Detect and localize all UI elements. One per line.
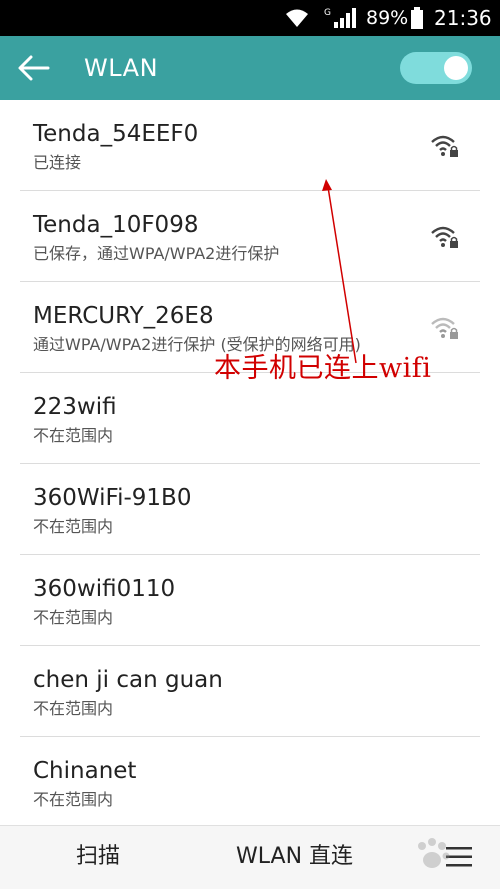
network-item-360wifi-91b0[interactable]: 360WiFi-91B0 不在范围内 <box>20 464 480 555</box>
wifi-lock-strong-icon <box>431 226 458 248</box>
network-item-tenda-54eef0[interactable]: Tenda_54EEF0 已连接 <box>20 100 480 191</box>
annotation-arrow <box>322 179 357 364</box>
wlan-direct-button[interactable]: WLAN 直连 <box>236 842 353 872</box>
network-item-tenda-10f098[interactable]: Tenda_10F098 已保存，通过WPA/WPA2进行保护 <box>20 191 480 282</box>
network-name: 360WiFi-91B0 <box>33 485 192 511</box>
annotation-text: 本手机已连上wifi <box>214 353 432 384</box>
network-status: 已连接 <box>33 153 82 172</box>
network-item-chen-ji-can-guan[interactable]: chen ji can guan 不在范围内 <box>20 646 480 737</box>
clock-time: 21:36 <box>434 6 492 30</box>
network-status: 不在范围内 <box>33 790 114 809</box>
network-item-chinanet[interactable]: Chinanet 不在范围内 <box>20 737 480 827</box>
scan-button[interactable]: 扫描 <box>76 842 120 872</box>
back-arrow-icon[interactable] <box>16 54 50 82</box>
network-item-223wifi[interactable]: 223wifi 不在范围内 <box>20 373 480 464</box>
network-name: 223wifi <box>33 394 117 420</box>
wifi-lock-weak-icon <box>431 317 458 339</box>
wlan-toggle[interactable] <box>400 52 472 84</box>
network-name: Tenda_10F098 <box>33 212 199 238</box>
cell-signal-icon: G <box>324 8 356 28</box>
network-name: Chinanet <box>33 758 137 784</box>
network-name: Tenda_54EEF0 <box>33 121 199 147</box>
network-item-360wifi0110[interactable]: 360wifi0110 不在范围内 <box>20 555 480 646</box>
network-name: 360wifi0110 <box>33 576 176 602</box>
app-bar: WLAN <box>0 36 500 100</box>
wifi-lock-strong-icon <box>431 135 458 157</box>
wlan-settings-screen: G 89% 21:36 WLAN Tenda_54EEF0 已连接 Tenda_… <box>0 0 500 889</box>
network-status: 不在范围内 <box>33 608 114 627</box>
wifi-status-icon <box>286 9 308 27</box>
network-list: Tenda_54EEF0 已连接 Tenda_10F098 已保存，通过WPA/… <box>0 100 500 827</box>
network-status: 不在范围内 <box>33 699 114 718</box>
network-name: MERCURY_26E8 <box>33 303 214 329</box>
status-bar: G 89% 21:36 <box>0 0 500 36</box>
page-title: WLAN <box>84 54 159 82</box>
network-status: 不在范围内 <box>33 517 114 536</box>
battery-percent: 89% <box>366 7 409 29</box>
network-status: 不在范围内 <box>33 426 114 445</box>
toggle-knob <box>444 56 468 80</box>
network-type-label: G <box>324 8 331 18</box>
watermark-logo-icon <box>418 838 450 868</box>
network-name: chen ji can guan <box>33 667 223 693</box>
battery-icon <box>411 7 423 29</box>
